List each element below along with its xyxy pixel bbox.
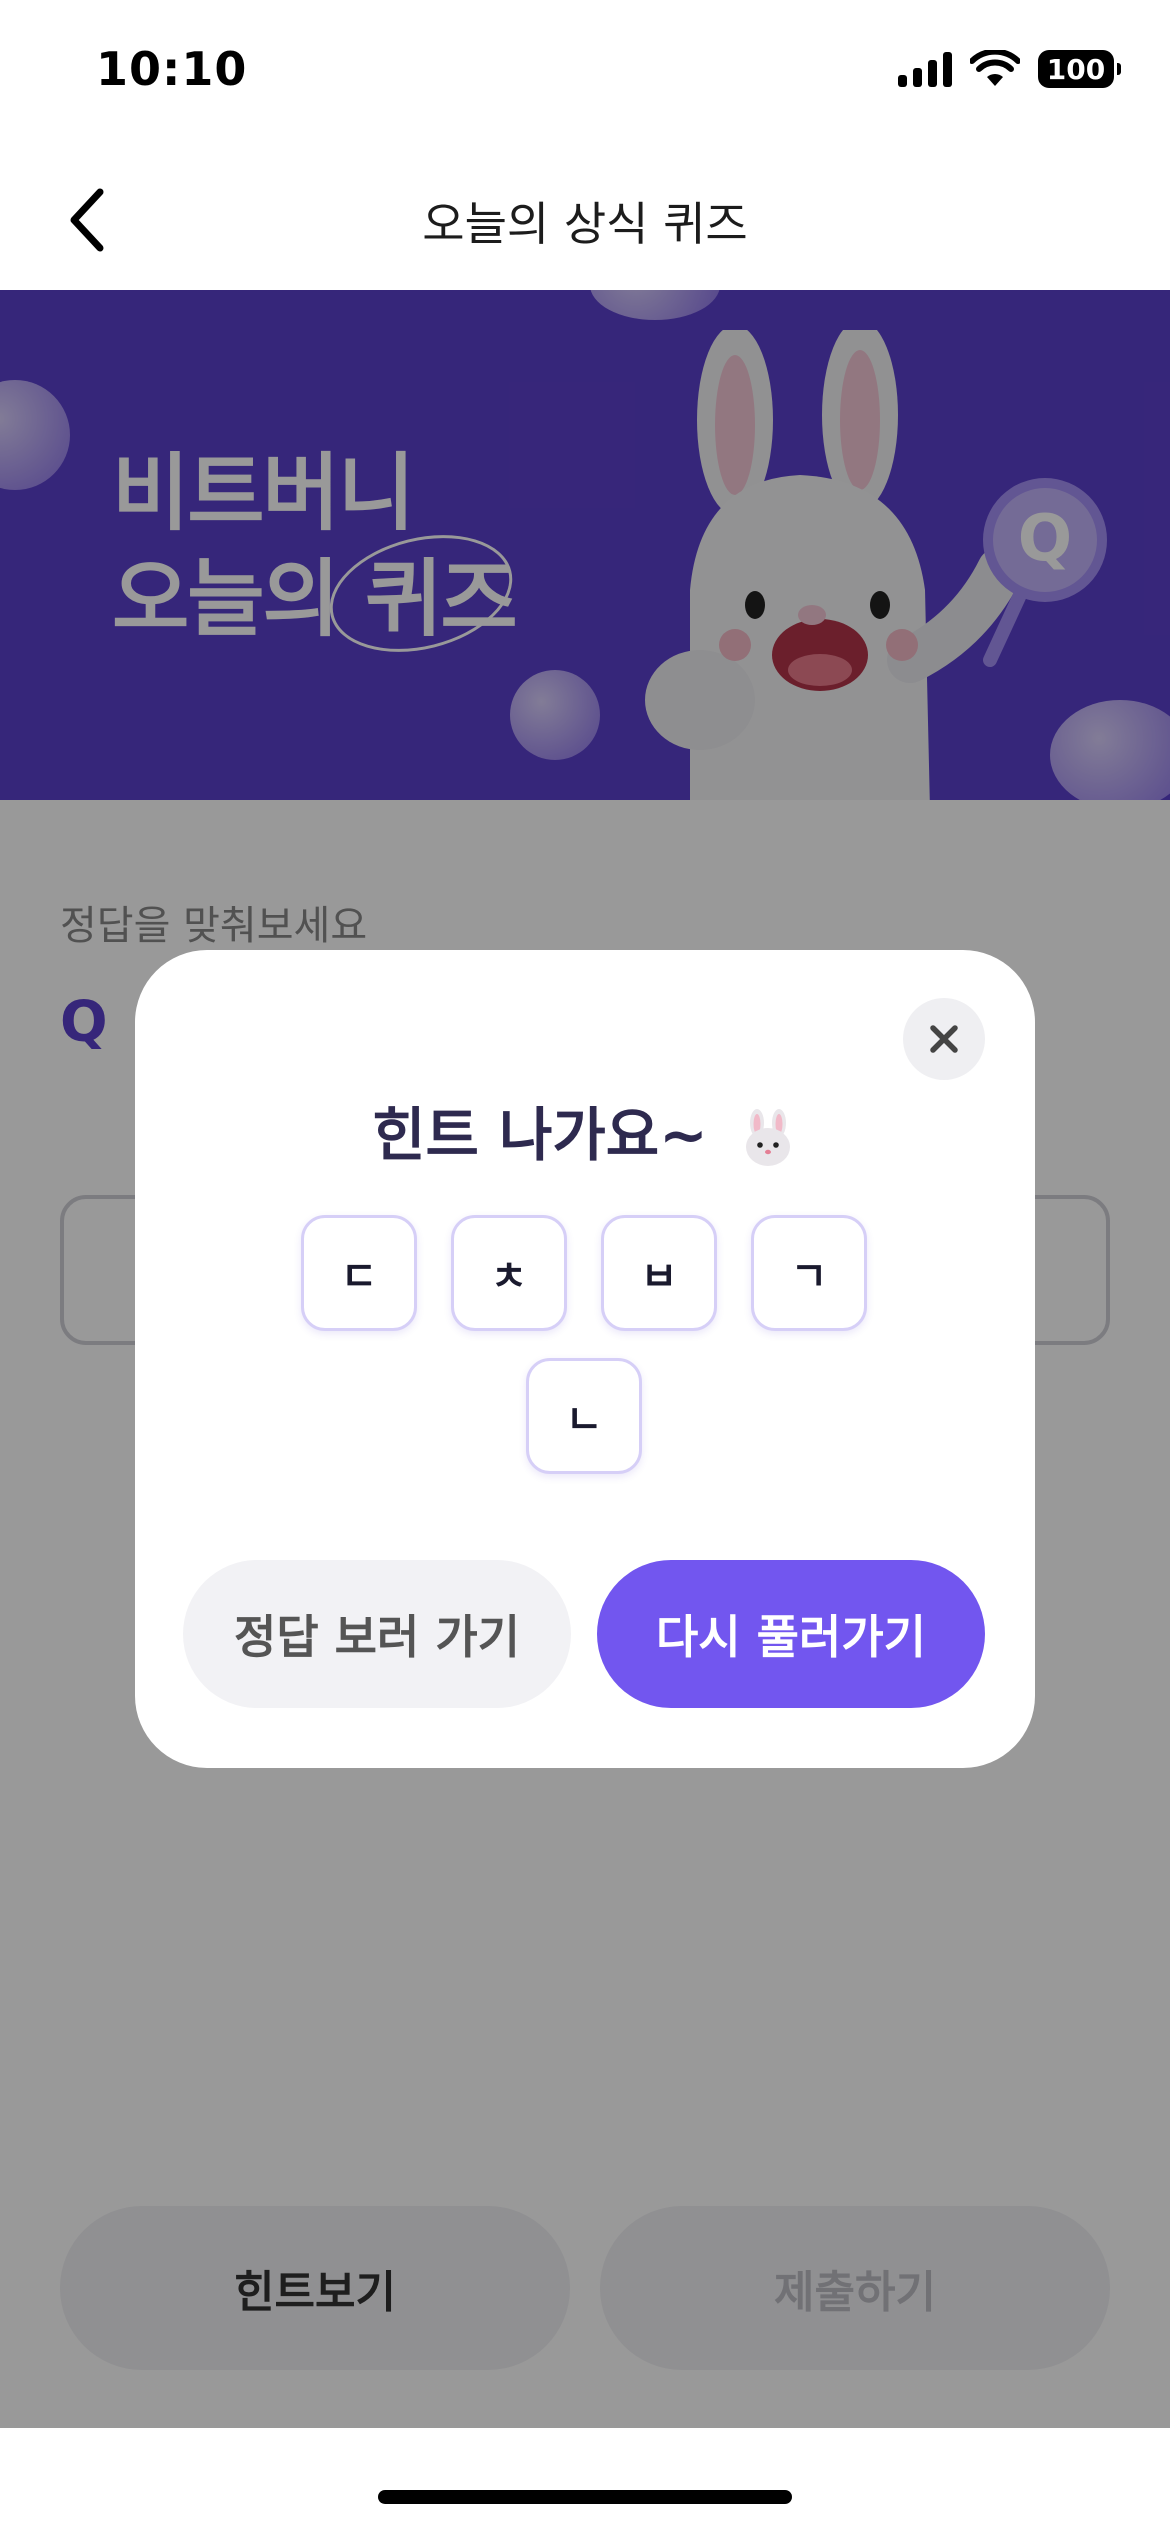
battery-level: 100 bbox=[1046, 52, 1106, 86]
bunny-emoji-icon bbox=[745, 1108, 790, 1166]
hint-tile: ㄱ bbox=[751, 1215, 867, 1331]
hint-tile: ㄷ bbox=[301, 1215, 417, 1331]
wifi-icon bbox=[970, 50, 1020, 86]
status-time: 10:10 bbox=[96, 42, 248, 96]
modal-title: 힌트 나가요~ bbox=[135, 1088, 1035, 1172]
page-title: 오늘의 상식 퀴즈 bbox=[422, 197, 748, 251]
status-icons: 100 bbox=[898, 50, 1121, 88]
status-bar: 10:10 100 bbox=[0, 0, 1170, 150]
battery-icon: 100 bbox=[1038, 50, 1121, 88]
hint-tile: ㅊ bbox=[451, 1215, 567, 1331]
hint-tile: ㅂ bbox=[601, 1215, 717, 1331]
retry-button[interactable]: 다시 풀러가기 bbox=[597, 1560, 985, 1708]
view-answer-button[interactable]: 정답 보러 가기 bbox=[183, 1560, 571, 1708]
signal-icon bbox=[898, 51, 952, 87]
close-button[interactable] bbox=[903, 998, 985, 1080]
home-area bbox=[0, 2428, 1170, 2532]
hint-tile: ㄴ bbox=[526, 1358, 642, 1474]
hint-modal: 힌트 나가요~ ㄷ ㅊ ㅂ ㄱ ㄴ 정답 보러 가기 다시 풀러가기 bbox=[135, 950, 1035, 1768]
home-indicator[interactable] bbox=[378, 2490, 792, 2504]
nav-bar: 오늘의 상식 퀴즈 bbox=[0, 150, 1170, 290]
modal-title-text: 힌트 나가요~ bbox=[372, 1101, 708, 1169]
close-icon bbox=[930, 1025, 958, 1053]
